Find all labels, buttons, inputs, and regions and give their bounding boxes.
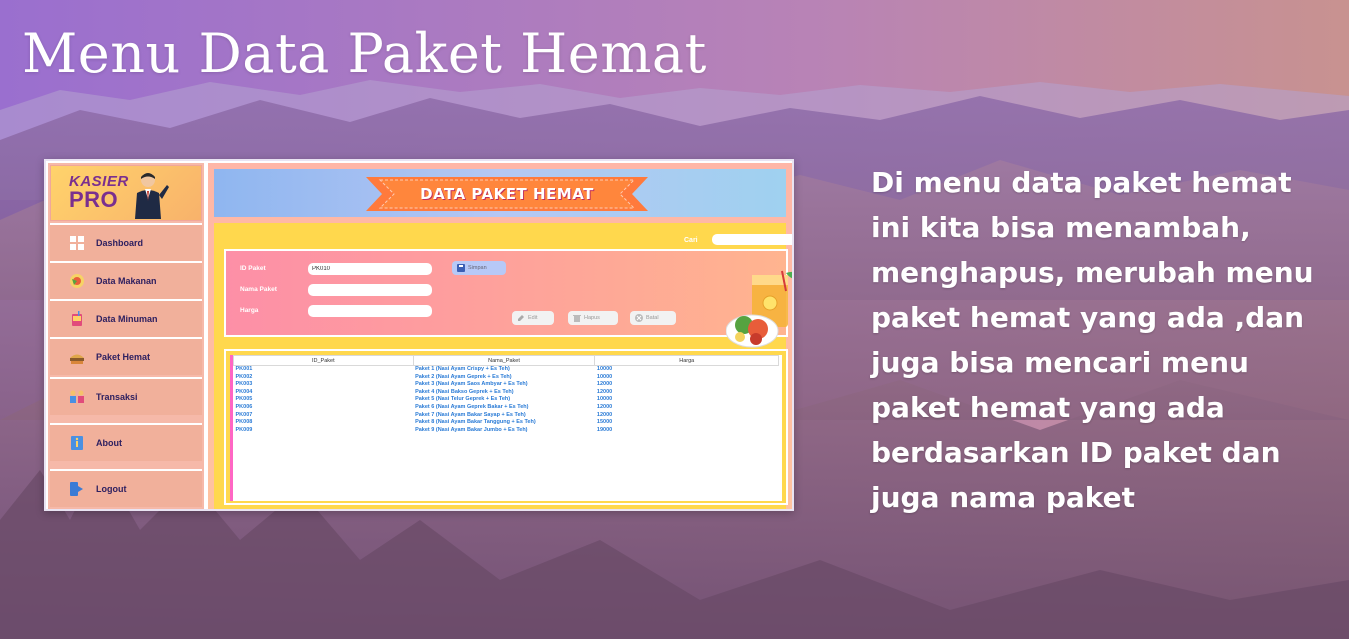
- table-row[interactable]: PK003 Paket 3 (Nasi Ayam Saos Ambyar + Es…: [234, 381, 779, 389]
- id-paket-field[interactable]: [308, 263, 432, 275]
- dashboard-icon: [68, 234, 86, 252]
- sidebar: KASIER PRO Dashboard Data Makanan Data M…: [48, 163, 204, 509]
- search-input[interactable]: [712, 234, 792, 245]
- data-table-container: ID_Paket Nama_Paket Harga PK001 Paket 1 (…: [230, 355, 782, 501]
- batal-label: Batal: [646, 315, 659, 321]
- sidebar-item-label: Data Minuman: [96, 314, 158, 324]
- paket-table: ID_Paket Nama_Paket Harga PK001 Paket 1 (…: [233, 355, 779, 434]
- sidebar-item-label: Transaksi: [96, 392, 138, 402]
- harga-field[interactable]: [308, 305, 432, 317]
- edit-label: Edit: [528, 315, 538, 321]
- title-ribbon: DATA PAKET HEMAT: [366, 177, 648, 211]
- cell-harga: 12000: [596, 388, 613, 395]
- app-window: KASIER PRO Dashboard Data Makanan Data M…: [44, 159, 794, 511]
- about-icon: [68, 434, 86, 452]
- cell-harga: 15000: [596, 419, 613, 426]
- harga-label: Harga: [240, 307, 259, 314]
- cell-harga: 12000: [596, 381, 613, 388]
- column-header-id[interactable]: ID_Paket: [233, 355, 414, 366]
- column-header-nama[interactable]: Nama_Paket: [412, 355, 596, 366]
- table-row[interactable]: PK005 Paket 5 (Nasi Telur Geprek + Es Teh…: [234, 396, 779, 404]
- sidebar-item-logout[interactable]: Logout: [50, 469, 202, 507]
- header-banner: DATA PAKET HEMAT: [214, 169, 786, 217]
- id-paket-label: ID Paket: [240, 265, 266, 272]
- hapus-button[interactable]: Hapus: [568, 311, 618, 325]
- save-icon: [457, 264, 465, 272]
- sidebar-item-data-minuman[interactable]: Data Minuman: [50, 299, 202, 337]
- cell-nama: Paket 1 (Nasi Ayam Crispy + Es Teh): [415, 366, 510, 372]
- cell-id: PK001: [235, 366, 253, 372]
- sidebar-item-label: Data Makanan: [96, 276, 157, 286]
- batal-button[interactable]: Batal: [630, 311, 676, 325]
- cell-harga: 12000: [596, 411, 613, 418]
- logo-text-pro: PRO: [69, 187, 119, 212]
- cancel-icon: [635, 314, 643, 322]
- trash-icon: [573, 315, 581, 322]
- cell-id: PK008: [235, 419, 253, 426]
- slide-description: Di menu data paket hemat ini kita bisa m…: [871, 166, 1314, 514]
- table-row[interactable]: PK007 Paket 7 (Nasi Ayam Bakar Sayap + Es…: [234, 412, 779, 420]
- form-panel: ID Paket Nama Paket Harga Simpan Edit Ha…: [224, 249, 788, 337]
- sidebar-item-dashboard[interactable]: Dashboard: [50, 223, 202, 261]
- table-row[interactable]: PK004 Paket 4 (Nasi Bakso Geprek + Es Teh…: [234, 389, 779, 397]
- food-icon: [68, 272, 86, 290]
- cell-id: PK002: [235, 373, 253, 380]
- search-label: Cari: [684, 237, 698, 244]
- edit-button[interactable]: Edit: [512, 311, 554, 325]
- sidebar-item-label: About: [96, 438, 122, 448]
- drink-icon: [68, 310, 86, 328]
- sidebar-item-data-makanan[interactable]: Data Makanan: [50, 261, 202, 299]
- slide-title: Menu Data Paket Hemat: [22, 22, 707, 85]
- main-panel: DATA PAKET HEMAT Cari ID Paket Nama Pake…: [208, 163, 792, 509]
- cell-nama: Paket 2 (Nasi Ayam Geprek + Es Teh): [415, 373, 512, 380]
- simpan-label: Simpan: [468, 265, 487, 271]
- cell-nama: Paket 3 (Nasi Ayam Saos Ambyar + Es Teh): [415, 381, 528, 388]
- nama-paket-label: Nama Paket: [240, 286, 277, 293]
- table-panel: ID_Paket Nama_Paket Harga PK001 Paket 1 (…: [224, 349, 788, 505]
- simpan-button[interactable]: Simpan: [452, 261, 506, 275]
- table-row[interactable]: PK008 Paket 8 (Nasi Ayam Bakar Tanggung +…: [234, 419, 779, 427]
- cell-id: PK009: [235, 426, 253, 433]
- cell-nama: Paket 4 (Nasi Bakso Geprek + Es Teh): [415, 388, 514, 395]
- logout-icon: [68, 480, 86, 498]
- table-row[interactable]: PK009 Paket 9 (Nasi Ayam Bakar Jumbo + Es…: [234, 427, 779, 435]
- table-row[interactable]: PK006 Paket 6 (Nasi Ayam Geprek Bakar + E…: [234, 404, 779, 412]
- food-drink-illustration: [726, 270, 792, 348]
- edit-icon: [518, 315, 524, 321]
- cell-nama: Paket 5 (Nasi Telur Geprek + Es Teh): [415, 396, 511, 403]
- cell-nama: Paket 9 (Nasi Ayam Bakar Jumbo + Es Teh): [415, 426, 528, 433]
- cell-nama: Paket 8 (Nasi Ayam Bakar Tanggung + Es T…: [415, 419, 536, 426]
- cell-id: PK004: [235, 388, 253, 395]
- cell-id: PK007: [235, 411, 253, 418]
- hapus-label: Hapus: [584, 315, 600, 321]
- table-row[interactable]: PK001 Paket 1 (Nasi Ayam Crispy + Es Teh)…: [234, 366, 779, 374]
- cell-nama: Paket 7 (Nasi Ayam Bakar Sayap + Es Teh): [415, 411, 526, 418]
- businessman-icon: [135, 173, 169, 219]
- cell-harga: 12000: [596, 403, 613, 410]
- sidebar-item-label: Logout: [96, 484, 127, 494]
- sidebar-item-label: Paket Hemat: [96, 352, 151, 362]
- package-icon: [68, 348, 86, 366]
- sidebar-item-label: Dashboard: [96, 238, 144, 248]
- cell-id: PK005: [235, 396, 253, 403]
- page-title: DATA PAKET HEMAT: [420, 185, 594, 203]
- column-header-harga[interactable]: Harga: [594, 355, 779, 366]
- sidebar-item-about[interactable]: About: [50, 423, 202, 461]
- cell-harga: 10000: [596, 366, 613, 372]
- sidebar-item-paket-hemat[interactable]: Paket Hemat: [50, 337, 202, 375]
- cell-harga: 19000: [596, 426, 613, 433]
- cell-id: PK003: [235, 381, 253, 388]
- sidebar-item-transaksi[interactable]: Transaksi: [50, 377, 202, 415]
- table-header-row: ID_Paket Nama_Paket Harga: [233, 355, 779, 366]
- cell-harga: 10000: [596, 396, 613, 403]
- cell-nama: Paket 6 (Nasi Ayam Geprek Bakar + Es Teh…: [415, 403, 529, 410]
- cell-harga: 10000: [596, 373, 613, 380]
- app-logo: KASIER PRO: [50, 165, 202, 221]
- transaction-icon: [68, 388, 86, 406]
- nama-paket-field[interactable]: [308, 284, 432, 296]
- cell-id: PK006: [235, 403, 253, 410]
- table-row[interactable]: PK002 Paket 2 (Nasi Ayam Geprek + Es Teh)…: [234, 374, 779, 382]
